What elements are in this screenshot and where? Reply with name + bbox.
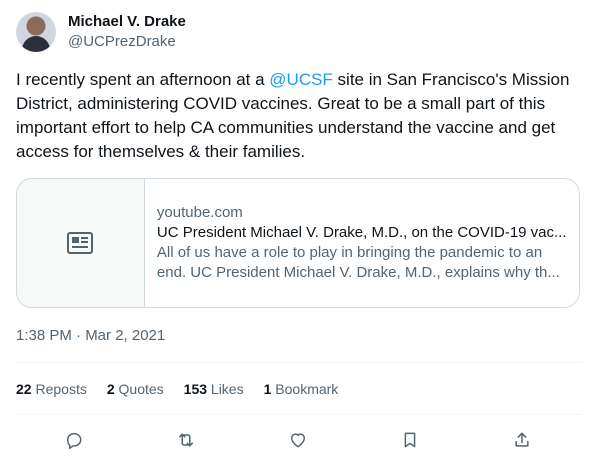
reposts-stat[interactable]: 22 Reposts [16, 379, 87, 399]
mention-link[interactable]: @UCSF [269, 70, 333, 89]
reply-button[interactable] [60, 426, 88, 454]
bookmark-icon [404, 432, 416, 448]
link-card[interactable]: youtube.com UC President Michael V. Drak… [16, 178, 580, 308]
reposts-label: Reposts [35, 381, 87, 397]
tweet-header: Michael V. Drake @UCPrezDrake [16, 12, 186, 52]
bookmarks-count: 1 [263, 381, 272, 397]
tweet-text: I recently spent an afternoon at a @UCSF… [16, 68, 582, 164]
tweet-text-part-1: I recently spent an afternoon at a [16, 70, 270, 89]
repost-button[interactable] [172, 426, 200, 454]
likes-stat[interactable]: 153 Likes [184, 379, 244, 399]
quotes-count: 2 [106, 381, 115, 397]
card-title: UC President Michael V. Drake, M.D., on … [156, 224, 567, 241]
card-domain: youtube.com [156, 204, 243, 221]
action-bar [0, 426, 598, 454]
quotes-label: Quotes [118, 381, 164, 397]
like-icon [291, 433, 305, 448]
likes-label: Likes [210, 381, 244, 397]
quotes-stat[interactable]: 2 Quotes [107, 379, 164, 399]
avatar[interactable] [16, 12, 56, 52]
display-name[interactable]: Michael V. Drake [68, 12, 186, 32]
card-description: All of us have a role to play in bringin… [156, 244, 560, 281]
repost-icon [179, 433, 193, 447]
share-icon [515, 432, 529, 447]
bookmark-button[interactable] [396, 426, 424, 454]
reposts-count: 22 [16, 381, 32, 397]
likes-count: 153 [183, 381, 208, 397]
share-button[interactable] [508, 426, 536, 454]
reply-icon [67, 433, 82, 450]
tweet-timestamp[interactable]: 1:38 PM · Mar 2, 2021 [16, 326, 165, 346]
divider [16, 362, 582, 363]
engagement-stats: 22 Reposts 2 Quotes 153 Likes 1 Bookmark [16, 379, 358, 399]
article-icon [67, 232, 94, 254]
handle[interactable]: @UCPrezDrake [68, 32, 186, 52]
author-names: Michael V. Drake @UCPrezDrake [68, 12, 186, 52]
card-body: youtube.com UC President Michael V. Drak… [145, 179, 579, 307]
divider [16, 414, 582, 415]
bookmarks-stat[interactable]: 1 Bookmark [264, 379, 339, 399]
like-button[interactable] [284, 426, 312, 454]
card-thumbnail [17, 179, 145, 307]
bookmarks-label: Bookmark [275, 381, 339, 397]
